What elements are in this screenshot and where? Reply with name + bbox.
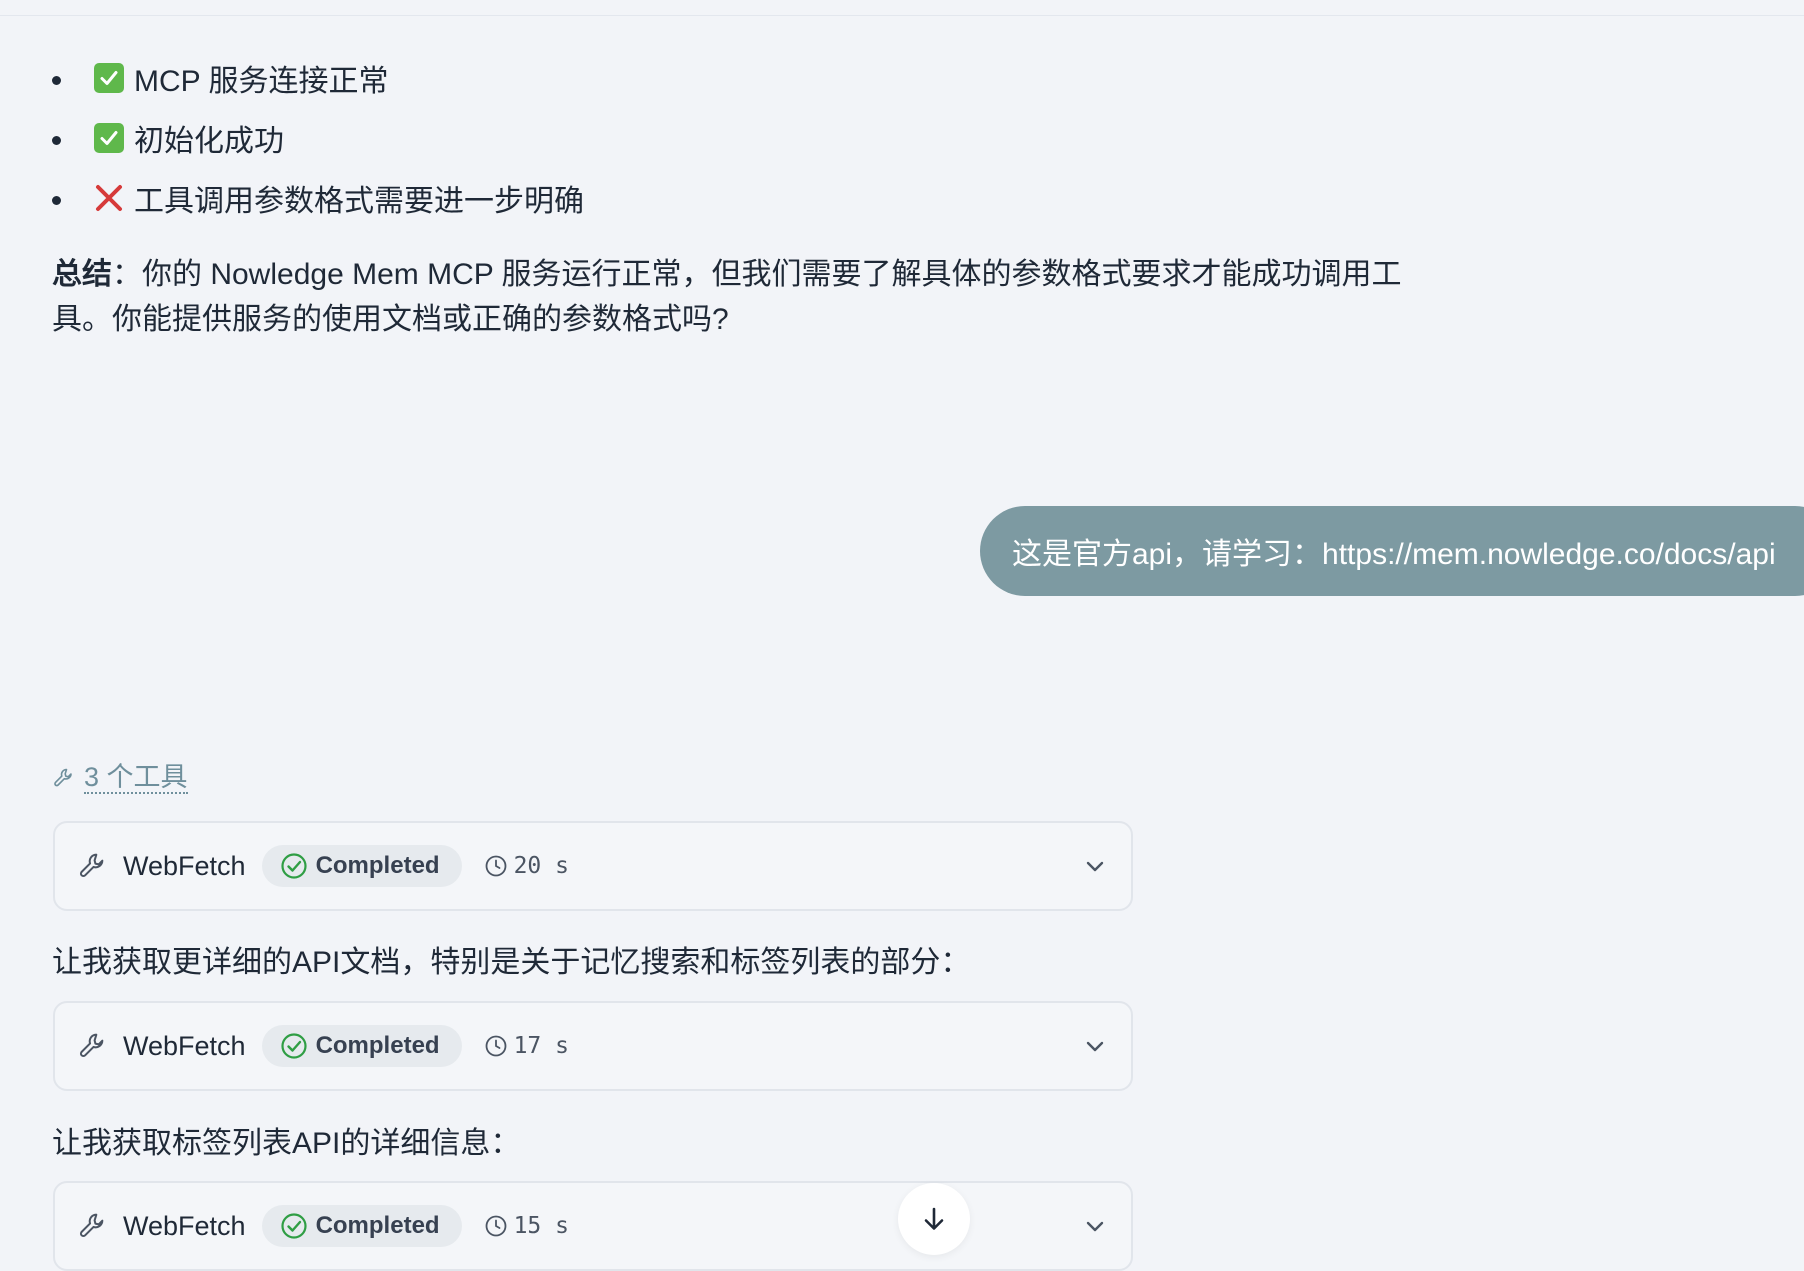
check-box-icon (94, 123, 124, 153)
summary-text: 你的 Nowledge Mem MCP 服务运行正常，但我们需要了解具体的参数格… (52, 258, 1402, 336)
user-message-text: 这是官方api，请学习：https://mem.nowledge.co/docs… (1012, 538, 1776, 571)
duration: 17 s (484, 1033, 569, 1059)
bullet-icon (52, 136, 61, 145)
chevron-down-icon[interactable] (1081, 852, 1109, 880)
scroll-to-bottom-button[interactable] (898, 1183, 970, 1255)
status-text: 初始化成功 (134, 125, 284, 158)
tool-name: WebFetch (123, 850, 246, 881)
tool-call-card[interactable]: WebFetch Completed 20 s (53, 821, 1133, 911)
chevron-down-icon[interactable] (1081, 1212, 1109, 1240)
wrench-icon (54, 768, 72, 787)
clock-icon (485, 1035, 506, 1057)
check-circle-icon (280, 1033, 307, 1059)
status-list: MCP 服务连接正常 初始化成功 工具调用参数格式需要进一步明确 (52, 48, 584, 228)
header-divider (0, 0, 1804, 16)
assistant-step-text: 让我获取标签列表API的详细信息： (52, 1127, 521, 1160)
bullet-icon (52, 76, 61, 85)
list-item: 初始化成功 (52, 108, 584, 168)
tool-name: WebFetch (123, 1030, 246, 1061)
list-item: 工具调用参数格式需要进一步明确 (52, 168, 584, 228)
status-label: Completed (315, 1212, 440, 1239)
duration: 15 s (484, 1213, 569, 1239)
duration-value: 17 s (513, 1033, 569, 1059)
status-badge: Completed (261, 845, 462, 887)
summary-separator: ： (112, 258, 142, 291)
tools-summary-toggle[interactable]: 3 个工具 (52, 762, 188, 794)
bullet-icon (52, 196, 61, 205)
status-badge: Completed (261, 1025, 462, 1067)
cross-mark-icon (94, 183, 124, 213)
tool-call-card[interactable]: WebFetch Completed 15 s (53, 1181, 1133, 1271)
duration-value: 15 s (513, 1213, 569, 1239)
tool-name: WebFetch (123, 1210, 246, 1241)
chat-view: MCP 服务连接正常 初始化成功 工具调用参数格式需要进一步明确 总结：你的 N… (0, 0, 1804, 1271)
status-badge: Completed (261, 1205, 462, 1247)
list-item: MCP 服务连接正常 (52, 48, 584, 108)
tools-count-label: 3 个工具 (84, 762, 188, 794)
summary-label: 总结 (52, 258, 112, 291)
chevron-down-icon[interactable] (1081, 1032, 1109, 1060)
status-text: MCP 服务连接正常 (134, 65, 389, 98)
wrench-icon (77, 1210, 109, 1242)
clock-icon (485, 1215, 506, 1237)
user-message-bubble: 这是官方api，请学习：https://mem.nowledge.co/docs… (980, 506, 1804, 596)
duration: 20 s (484, 853, 569, 879)
wrench-icon (77, 850, 109, 882)
tool-call-card[interactable]: WebFetch Completed 17 s (53, 1001, 1133, 1091)
duration-value: 20 s (513, 853, 569, 879)
clock-icon (485, 855, 506, 877)
status-label: Completed (315, 1032, 440, 1059)
check-circle-icon (280, 1213, 307, 1239)
status-text: 工具调用参数格式需要进一步明确 (134, 185, 584, 218)
check-circle-icon (280, 853, 307, 879)
check-box-icon (94, 63, 124, 93)
arrow-down-icon (924, 1207, 944, 1230)
status-label: Completed (315, 852, 440, 879)
assistant-step-text: 让我获取更详细的API文档，特别是关于记忆搜索和标签列表的部分： (52, 946, 971, 979)
summary-paragraph: 总结：你的 Nowledge Mem MCP 服务运行正常，但我们需要了解具体的… (52, 252, 1412, 342)
wrench-icon (77, 1030, 109, 1062)
